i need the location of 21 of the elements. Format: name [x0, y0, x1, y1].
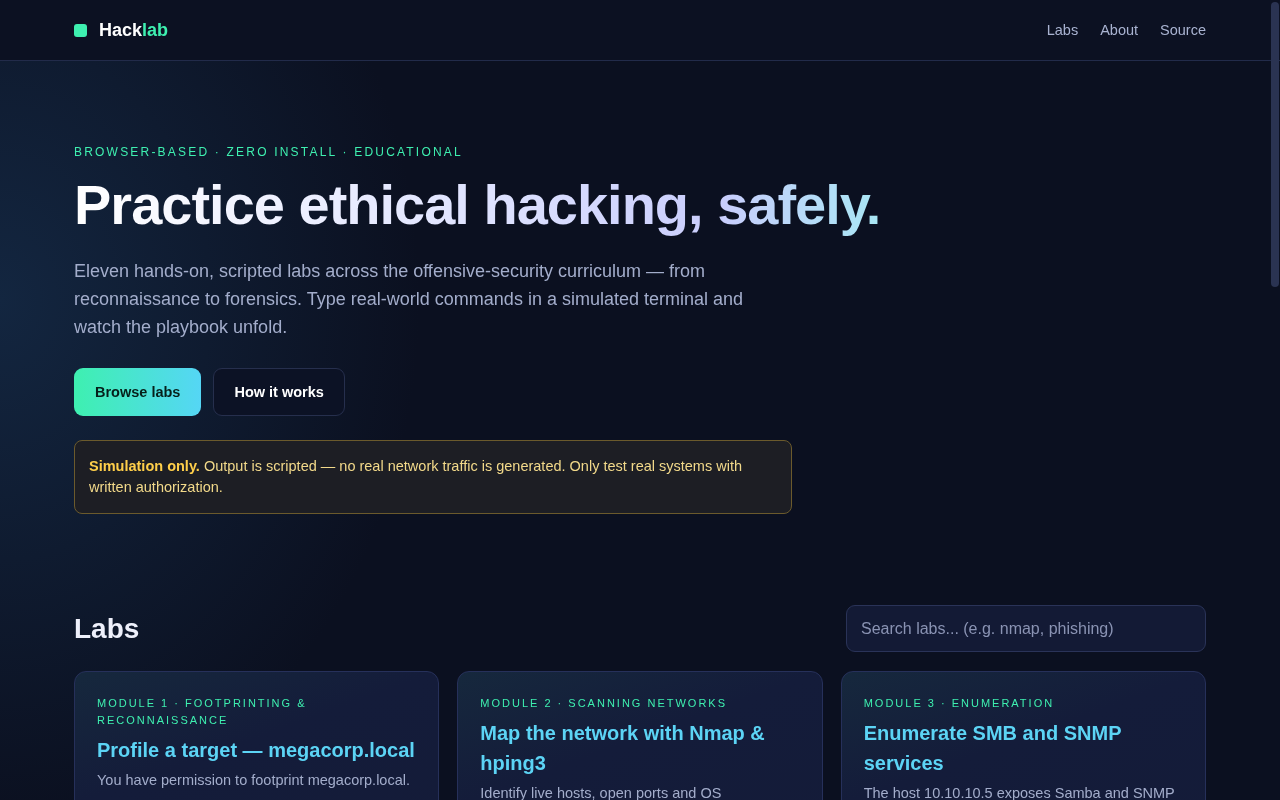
module-label: MODULE 3 · ENUMERATION	[863, 696, 1056, 712]
browse-button[interactable]: Browse labs	[74, 368, 202, 417]
module-label: MODULE 1 · FOOTPRINTING & RECONNAISSANCE	[97, 696, 308, 729]
module-label: MODULE 2 · SCANNING NETWORKS	[480, 696, 728, 712]
lab-title: Enumerate SMB and SNMP services	[863, 721, 1123, 777]
lab-title: Map the network with Nmap & hping3	[480, 721, 766, 777]
hero-description: Eleven hands-on, scripted labs across the offensive-security curriculum — from reconnaissance to forensics. Type real-world commands in a simulated terminal and watch the playbook unfold.	[74, 260, 744, 340]
lab-description: You have permission to footprint megacorp.local.	[97, 771, 411, 791]
info-button[interactable]: How it works	[213, 368, 345, 417]
simulation-notice: Simulation only. Output is scripted — no real network traffic is generated. Only test real systems with written authorization.	[74, 440, 792, 515]
hero-eyebrow: BROWSER-BASED · ZERO INSTALL · EDUCATIONAL	[74, 145, 464, 159]
search-field[interactable]: Search labs... (e.g. nmap, phishing)	[846, 605, 1206, 653]
brand-name[interactable]: Hacklab	[99, 19, 169, 41]
lab-card[interactable]: MODULE 1 · FOOTPRINTING & RECONNAISSANCE Profile a target — megacorp.local You have permission to footprint megacorp.local.	[74, 671, 440, 800]
lab-title: Profile a target — megacorp.local	[97, 738, 416, 764]
section-heading: Labs	[74, 612, 140, 645]
nav-link[interactable]: About	[1100, 22, 1139, 38]
nav-link[interactable]: Source	[1160, 22, 1206, 38]
scrollbar-thumb[interactable]	[1271, 2, 1279, 287]
logo-icon	[74, 23, 87, 37]
nav-link[interactable]: Labs	[1046, 22, 1079, 38]
